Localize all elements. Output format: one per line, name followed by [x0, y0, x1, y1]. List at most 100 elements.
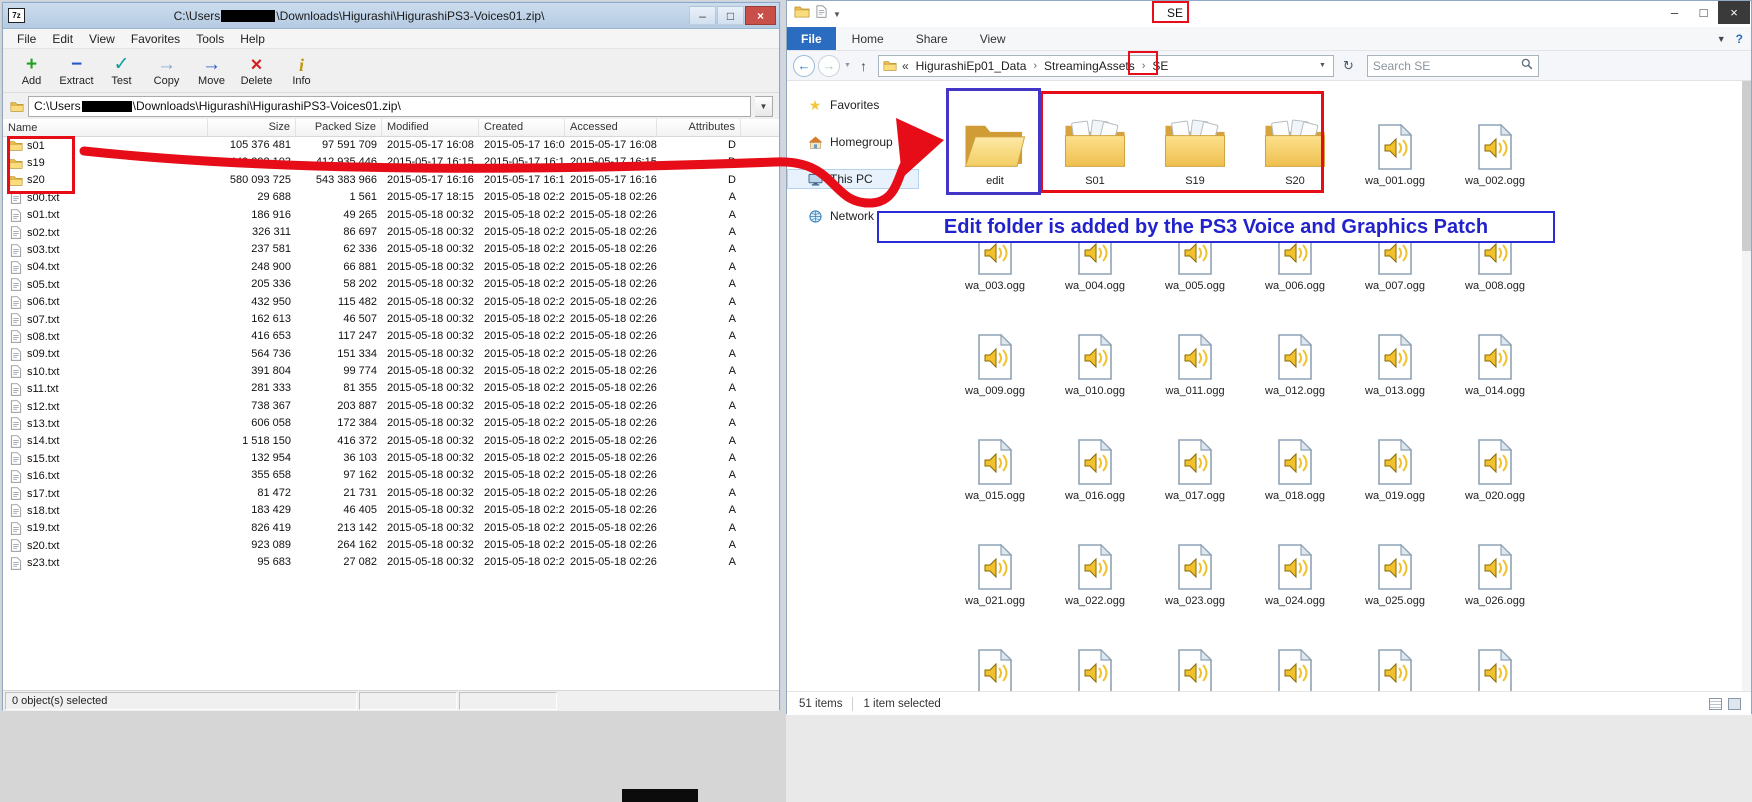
table-row[interactable]: s08.txt416 653117 2472015-05-18 00:32201…: [3, 328, 779, 345]
zip-menu-view[interactable]: View: [81, 32, 123, 46]
grid-item-wa_002.ogg[interactable]: wa_002.ogg: [1445, 96, 1545, 201]
sidebar-item-network[interactable]: Network: [787, 206, 945, 226]
grid-item-wa_010.ogg[interactable]: wa_010.ogg: [1045, 306, 1145, 411]
table-row[interactable]: s13.txt606 058172 3842015-05-18 00:32201…: [3, 415, 779, 432]
grid-item[interactable]: [1245, 621, 1345, 691]
zip-file-list[interactable]: s01105 376 48197 591 7092015-05-17 16:08…: [3, 137, 779, 690]
zip-menu-file[interactable]: File: [9, 32, 44, 46]
grid-item[interactable]: [945, 621, 1045, 691]
search-input[interactable]: [1373, 59, 1521, 73]
grid-item-s01[interactable]: S01: [1045, 96, 1145, 201]
vertical-scrollbar[interactable]: [1742, 81, 1751, 691]
grid-item-wa_023.ogg[interactable]: wa_023.ogg: [1145, 516, 1245, 621]
zip-menu-help[interactable]: Help: [232, 32, 273, 46]
column-header-size[interactable]: Size: [208, 119, 296, 136]
forward-button[interactable]: →: [818, 55, 840, 77]
address-bar[interactable]: «HigurashiEp01_Data›StreamingAssets›SE ▼: [878, 55, 1334, 77]
column-header-packed-size[interactable]: Packed Size: [296, 119, 382, 136]
grid-item-wa_012.ogg[interactable]: wa_012.ogg: [1245, 306, 1345, 411]
details-view-icon[interactable]: [1709, 698, 1722, 710]
table-row[interactable]: s04.txt248 90066 8812015-05-18 00:322015…: [3, 259, 779, 276]
address-dropdown-icon[interactable]: ▼: [1316, 62, 1329, 69]
minimize-button[interactable]: –: [1660, 1, 1689, 24]
grid-item-wa_005.ogg[interactable]: wa_005.ogg: [1145, 201, 1245, 306]
explorer-titlebar[interactable]: ▼ SE – □ ×: [787, 1, 1751, 27]
scrollbar-thumb[interactable]: [1742, 81, 1751, 251]
table-row[interactable]: s09.txt564 736151 3342015-05-18 00:32201…: [3, 346, 779, 363]
grid-item-wa_001.ogg[interactable]: wa_001.ogg: [1345, 96, 1445, 201]
grid-item-wa_011.ogg[interactable]: wa_011.ogg: [1145, 306, 1245, 411]
quick-access-properties-icon[interactable]: [816, 5, 827, 23]
grid-item[interactable]: [1045, 621, 1145, 691]
column-header-accessed[interactable]: Accessed: [565, 119, 657, 136]
tab-file[interactable]: File: [787, 27, 836, 50]
grid-item-wa_004.ogg[interactable]: wa_004.ogg: [1045, 201, 1145, 306]
close-button[interactable]: ×: [1718, 1, 1750, 24]
sidebar-item-this-pc[interactable]: This PC: [787, 169, 919, 189]
table-row[interactable]: s20580 093 725543 383 9662015-05-17 16:1…: [3, 172, 779, 189]
grid-item-wa_025.ogg[interactable]: wa_025.ogg: [1345, 516, 1445, 621]
table-row[interactable]: s11.txt281 33381 3552015-05-18 00:322015…: [3, 380, 779, 397]
grid-item[interactable]: [1445, 621, 1545, 691]
grid-item-wa_006.ogg[interactable]: wa_006.ogg: [1245, 201, 1345, 306]
table-row[interactable]: s19.txt826 419213 1422015-05-18 00:32201…: [3, 520, 779, 537]
ribbon-expand-icon[interactable]: ▼: [1717, 34, 1726, 44]
table-row[interactable]: s12.txt738 367203 8872015-05-18 00:32201…: [3, 398, 779, 415]
table-row[interactable]: s17.txt81 47221 7312015-05-18 00:322015-…: [3, 485, 779, 502]
grid-item-wa_013.ogg[interactable]: wa_013.ogg: [1345, 306, 1445, 411]
breadcrumb-collapse-chevron[interactable]: «: [902, 59, 909, 73]
grid-item-wa_014.ogg[interactable]: wa_014.ogg: [1445, 306, 1545, 411]
help-icon[interactable]: ?: [1736, 32, 1743, 46]
grid-item-wa_018.ogg[interactable]: wa_018.ogg: [1245, 411, 1345, 516]
column-header-created[interactable]: Created: [479, 119, 565, 136]
column-header-name[interactable]: Name: [3, 119, 208, 136]
grid-item-wa_021.ogg[interactable]: wa_021.ogg: [945, 516, 1045, 621]
maximize-button[interactable]: □: [1689, 1, 1718, 24]
table-row[interactable]: s20.txt923 089264 1622015-05-18 00:32201…: [3, 537, 779, 554]
grid-item-edit[interactable]: edit: [945, 96, 1045, 201]
grid-item-wa_015.ogg[interactable]: wa_015.ogg: [945, 411, 1045, 516]
tab-home[interactable]: Home: [836, 27, 900, 50]
zip-menu-edit[interactable]: Edit: [44, 32, 81, 46]
grid-item-s19[interactable]: S19: [1145, 96, 1245, 201]
table-row[interactable]: s00.txt29 6881 5612015-05-17 18:152015-0…: [3, 189, 779, 206]
grid-item-wa_017.ogg[interactable]: wa_017.ogg: [1145, 411, 1245, 516]
table-row[interactable]: s06.txt432 950115 4822015-05-18 00:32201…: [3, 294, 779, 311]
grid-item-wa_024.ogg[interactable]: wa_024.ogg: [1245, 516, 1345, 621]
grid-item-wa_007.ogg[interactable]: wa_007.ogg: [1345, 201, 1445, 306]
sidebar-item-favorites[interactable]: ★Favorites: [787, 95, 945, 115]
zip-toolbar-info-button[interactable]: iInfo: [281, 51, 322, 91]
tab-share[interactable]: Share: [900, 27, 964, 50]
minimize-button[interactable]: –: [689, 6, 716, 25]
zip-menu-favorites[interactable]: Favorites: [123, 32, 188, 46]
column-header-modified[interactable]: Modified: [382, 119, 479, 136]
table-row[interactable]: s01105 376 48197 591 7092015-05-17 16:08…: [3, 137, 779, 154]
back-button[interactable]: ←: [793, 55, 815, 77]
zip-toolbar-add-button[interactable]: +Add: [11, 51, 52, 91]
zip-toolbar-delete-button[interactable]: ×Delete: [236, 51, 277, 91]
quick-access-dropdown-icon[interactable]: ▼: [833, 10, 841, 19]
maximize-button[interactable]: □: [717, 6, 744, 25]
grid-item[interactable]: [1145, 621, 1245, 691]
zip-toolbar-copy-button[interactable]: →Copy: [146, 51, 187, 91]
close-button[interactable]: ×: [745, 6, 776, 25]
up-button[interactable]: ↑: [855, 58, 872, 74]
grid-item-wa_008.ogg[interactable]: wa_008.ogg: [1445, 201, 1545, 306]
column-header-attributes[interactable]: Attributes: [657, 119, 741, 136]
tab-view[interactable]: View: [964, 27, 1022, 50]
grid-item-wa_016.ogg[interactable]: wa_016.ogg: [1045, 411, 1145, 516]
table-row[interactable]: s10.txt391 80499 7742015-05-18 00:322015…: [3, 363, 779, 380]
grid-item-wa_019.ogg[interactable]: wa_019.ogg: [1345, 411, 1445, 516]
grid-item-s20[interactable]: S20: [1245, 96, 1345, 201]
table-row[interactable]: s02.txt326 31186 6972015-05-18 00:322015…: [3, 224, 779, 241]
table-row[interactable]: s19449 392 103412 935 4462015-05-17 16:1…: [3, 154, 779, 171]
table-row[interactable]: s03.txt237 58162 3362015-05-18 00:322015…: [3, 241, 779, 258]
table-row[interactable]: s14.txt1 518 150416 3722015-05-18 00:322…: [3, 433, 779, 450]
grid-item[interactable]: [1345, 621, 1445, 691]
grid-item-wa_020.ogg[interactable]: wa_020.ogg: [1445, 411, 1545, 516]
sidebar-item-homegroup[interactable]: Homegroup: [787, 132, 945, 152]
breadcrumb-segment-streamingassets[interactable]: StreamingAssets: [1042, 59, 1137, 73]
zip-toolbar-extract-button[interactable]: −Extract: [56, 51, 97, 91]
recent-locations-dropdown-icon[interactable]: ▼: [843, 62, 852, 69]
table-row[interactable]: s15.txt132 95436 1032015-05-18 00:322015…: [3, 450, 779, 467]
